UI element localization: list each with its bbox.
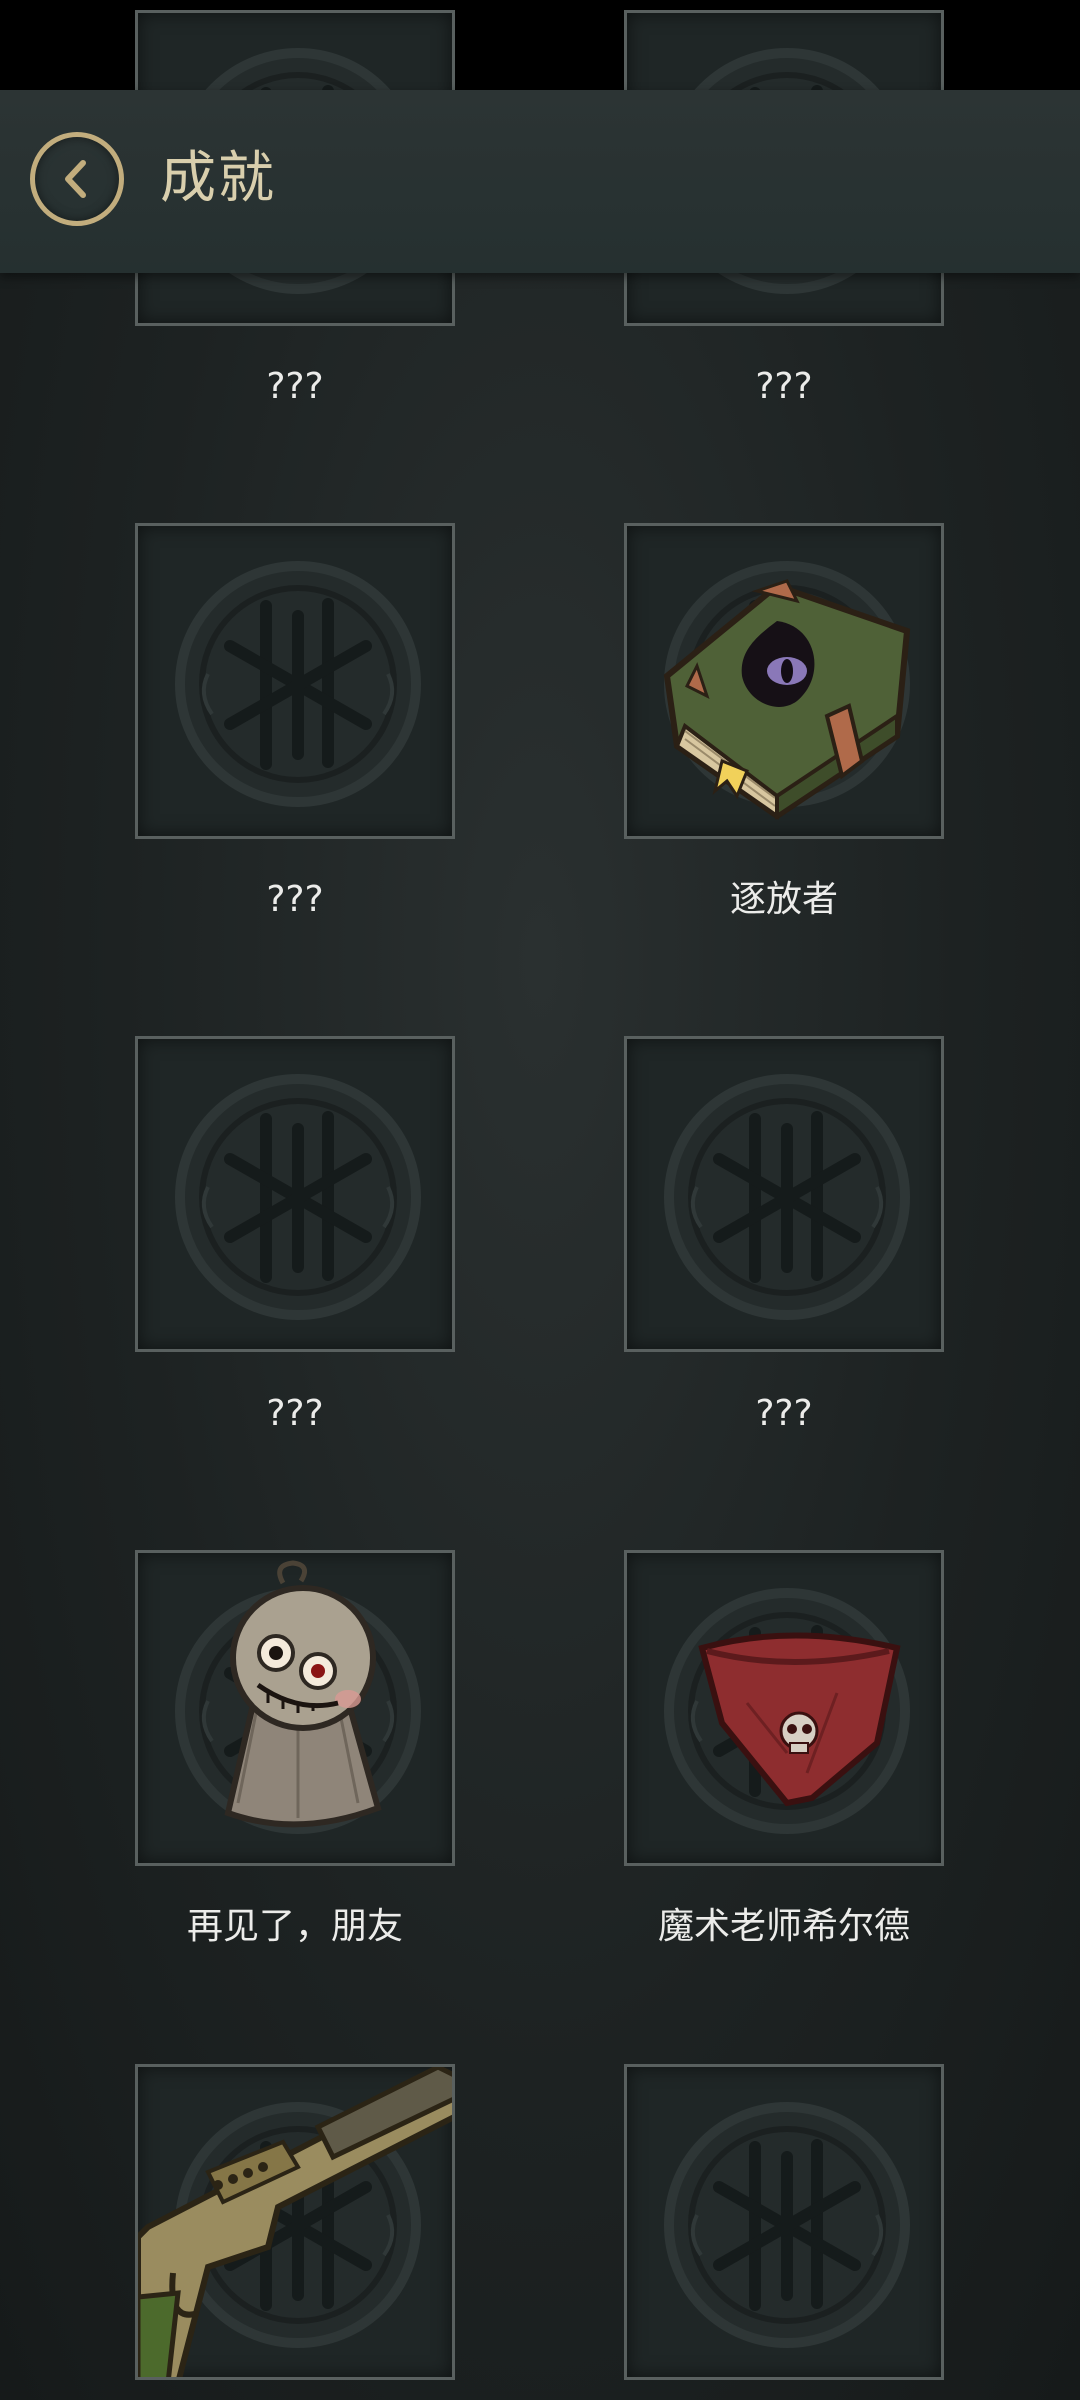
achievement-label: ??? bbox=[755, 366, 813, 407]
achievement-card[interactable] bbox=[624, 2064, 944, 2380]
achievement-card[interactable] bbox=[135, 1550, 455, 1866]
locked-sigil-icon bbox=[168, 554, 428, 814]
achievement-label: ??? bbox=[266, 1393, 324, 1434]
chevron-left-icon bbox=[65, 160, 86, 198]
top-app-bar: 成就 bbox=[0, 90, 1080, 273]
achievement-card[interactable] bbox=[624, 1036, 944, 1352]
achievement-label: 逐放者 bbox=[729, 879, 838, 920]
achievement-card[interactable] bbox=[135, 2064, 455, 2380]
skull-bandana-icon bbox=[698, 1632, 901, 1807]
achievement-card[interactable] bbox=[624, 1550, 944, 1866]
locked-sigil-icon bbox=[657, 2095, 917, 2355]
achievement-card[interactable] bbox=[135, 1036, 455, 1352]
back-button[interactable] bbox=[30, 132, 124, 226]
eye-book-icon bbox=[663, 579, 911, 820]
locked-sigil-icon bbox=[168, 1067, 428, 1327]
shotgun-icon bbox=[138, 2067, 452, 2377]
achievement-label: ??? bbox=[266, 366, 324, 407]
achievement-grid: ??? ??? ??? 逐放者 ??? ??? 再见了，朋友 魔术老师希尔德 bbox=[0, 0, 1080, 2400]
achievement-label: ??? bbox=[266, 879, 324, 920]
page-title: 成就 bbox=[160, 146, 276, 211]
achievement-card[interactable] bbox=[135, 523, 455, 839]
teru-teru-bozu-icon bbox=[224, 1560, 382, 1828]
achievement-card[interactable] bbox=[624, 523, 944, 839]
achievement-label: ??? bbox=[755, 1393, 813, 1434]
achievement-label: 再见了，朋友 bbox=[186, 1906, 403, 1947]
achievement-label: 魔术老师希尔德 bbox=[657, 1906, 910, 1947]
locked-sigil-icon bbox=[657, 1067, 917, 1327]
